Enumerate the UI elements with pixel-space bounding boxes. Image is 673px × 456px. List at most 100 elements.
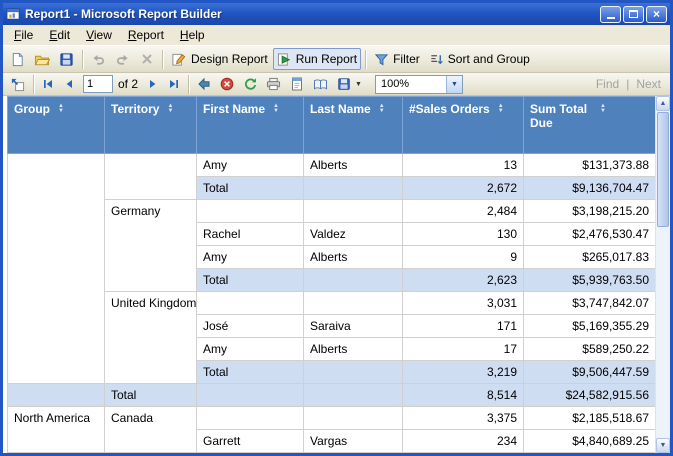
column-header-territory[interactable]: Territory▲▼: [105, 97, 197, 154]
close-button[interactable]: ×: [646, 6, 667, 23]
table-cell: $5,939,763.50: [524, 269, 656, 292]
scroll-up-button[interactable]: ▲: [656, 96, 670, 111]
column-header-sum-total-due[interactable]: Sum Total Due▲▼: [524, 97, 656, 154]
table-cell: Germany: [105, 200, 197, 292]
design-report-icon: [171, 52, 187, 67]
filter-icon: [374, 52, 389, 67]
table-cell: $589,250.22: [524, 338, 656, 361]
sort-icon[interactable]: ▲▼: [379, 104, 385, 113]
open-folder-icon: [34, 52, 50, 67]
toolbar-separator: [188, 75, 189, 94]
table-cell: Canada: [105, 407, 197, 453]
sort-icon[interactable]: ▲▼: [167, 104, 173, 113]
column-header-last-name[interactable]: Last Name ▲▼: [304, 97, 403, 154]
sort-icon[interactable]: ▲▼: [498, 104, 504, 113]
zoom-dropdown-icon[interactable]: ▼: [446, 76, 462, 93]
table-cell: José: [197, 315, 304, 338]
table-cell: [105, 154, 197, 200]
filter-button[interactable]: Filter: [370, 48, 424, 70]
table-row: United Kingdom3,031$3,747,842.07: [8, 292, 656, 315]
maximize-icon: [629, 10, 638, 18]
table-cell: $4,840,689.25: [524, 430, 656, 453]
refresh-button[interactable]: [239, 75, 261, 94]
delete-button[interactable]: [135, 48, 158, 70]
export-button[interactable]: ▼: [333, 75, 366, 94]
sort-icon[interactable]: ▲▼: [273, 104, 279, 113]
design-report-button[interactable]: Design Report: [167, 48, 272, 70]
column-header-first-name[interactable]: First Name▲▼: [197, 97, 304, 154]
report-viewer: Group▲▼Territory▲▼First Name▲▼ Last Name ▲…: [3, 96, 670, 453]
new-report-button[interactable]: [6, 48, 29, 70]
scrollbar-thumb[interactable]: [657, 112, 669, 227]
table-cell: Total: [105, 384, 197, 407]
zoom-select[interactable]: 100% ▼: [375, 75, 463, 94]
table-cell: $265,017.83: [524, 246, 656, 269]
undo-button[interactable]: [87, 48, 110, 70]
redo-button[interactable]: [111, 48, 134, 70]
window-controls: ×: [600, 6, 667, 23]
table-cell: $9,506,447.59: [524, 361, 656, 384]
viewer-toolbar: of 2 ▼ 100% ▼: [3, 73, 670, 96]
sort-icon[interactable]: ▲▼: [58, 104, 64, 113]
sort-and-group-button[interactable]: Sort and Group: [425, 48, 534, 70]
table-cell: Alberts: [304, 338, 403, 361]
menu-report[interactable]: Report: [120, 25, 172, 45]
toolbar-separator: [365, 50, 366, 69]
table-cell: Total: [197, 361, 304, 384]
open-report-button[interactable]: [30, 48, 54, 70]
minimize-button[interactable]: [600, 6, 621, 23]
maximize-button[interactable]: [623, 6, 644, 23]
table-cell: $3,747,842.07: [524, 292, 656, 315]
menu-edit[interactable]: Edit: [41, 25, 78, 45]
find-link[interactable]: Find: [596, 77, 619, 91]
print-layout-button[interactable]: [286, 75, 308, 94]
table-cell: Total: [197, 177, 304, 200]
next-link[interactable]: Next: [636, 77, 661, 91]
previous-page-button[interactable]: [59, 75, 79, 94]
column-label: #Sales Orders: [409, 102, 490, 116]
menu-file[interactable]: File: [6, 25, 41, 45]
save-report-button[interactable]: [55, 48, 78, 70]
sort-icon[interactable]: ▲▼: [600, 104, 606, 113]
column-header-group[interactable]: Group▲▼: [8, 97, 105, 154]
scroll-down-button[interactable]: ▼: [656, 438, 670, 453]
column-label: Last Name: [310, 102, 371, 116]
print-button[interactable]: [262, 75, 285, 94]
table-cell: Amy: [197, 338, 304, 361]
table-cell: 234: [403, 430, 524, 453]
table-cell: [304, 200, 403, 223]
export-dropdown-icon: ▼: [355, 81, 362, 88]
table-cell: Rachel: [197, 223, 304, 246]
table-cell: $2,476,530.47: [524, 223, 656, 246]
page-number-input[interactable]: [83, 75, 113, 93]
first-page-button[interactable]: [38, 75, 58, 94]
back-button[interactable]: [193, 75, 215, 94]
table-cell: Valdez: [304, 223, 403, 246]
last-page-button[interactable]: [164, 75, 184, 94]
header-row: Group▲▼Territory▲▼First Name▲▼ Last Name ▲…: [8, 97, 656, 154]
page-setup-icon: [313, 78, 328, 91]
table-cell: United Kingdom: [105, 292, 197, 384]
table-cell: [197, 200, 304, 223]
table-cell: 3,219: [403, 361, 524, 384]
table-cell: [304, 384, 403, 407]
column-header-sales-orders[interactable]: #Sales Orders ▲▼: [403, 97, 524, 154]
stop-button[interactable]: [216, 75, 238, 94]
scrollbar-track[interactable]: [656, 228, 670, 438]
menu-help[interactable]: Help: [172, 25, 213, 45]
page-setup-button[interactable]: [309, 75, 332, 94]
vertical-scrollbar[interactable]: ▲ ▼: [655, 96, 670, 453]
table-row: AmyAlberts13$131,373.88: [8, 154, 656, 177]
run-report-button[interactable]: Run Report: [273, 48, 361, 70]
menu-view[interactable]: View: [78, 25, 120, 45]
table-cell: [8, 154, 105, 384]
back-to-parent-report-button[interactable]: [6, 75, 29, 94]
table-cell: 2,623: [403, 269, 524, 292]
table-cell: [304, 269, 403, 292]
table-cell: [197, 292, 304, 315]
table-cell: 9: [403, 246, 524, 269]
menu-bar: File Edit View Report Help: [3, 25, 670, 46]
toolbar-separator: [82, 50, 83, 69]
next-page-button[interactable]: [143, 75, 163, 94]
table-cell: North America: [8, 407, 105, 453]
